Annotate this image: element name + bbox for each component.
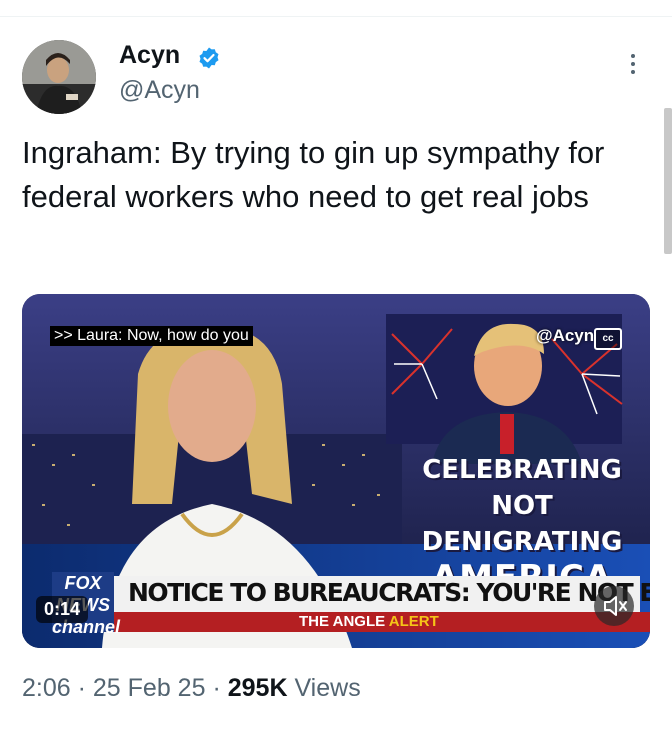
top-divider <box>0 16 672 17</box>
post-date[interactable]: 25 Feb 25 <box>93 674 206 702</box>
show-name: THE ANGLE ALERT <box>299 612 439 632</box>
show-tag: ALERT <box>388 613 439 630</box>
graphic-line-1: CELEBRATING <box>422 455 622 485</box>
muted-speaker-icon[interactable] <box>594 586 634 626</box>
video-timer: 0:14 <box>36 596 89 623</box>
views-count[interactable]: 295K <box>228 674 288 702</box>
video-watermark: @Acyn <box>536 326 595 345</box>
tweet-text: Ingraham: By trying to gin up sympathy f… <box>22 135 605 214</box>
author-handle[interactable]: @Acyn <box>119 76 200 105</box>
graphic-headline: CELEBRATING NOT DENIGRATING AMERICA <box>394 452 650 596</box>
live-caption: >> Laura: Now, how do you <box>50 326 253 346</box>
graphic-line-2: NOT DENIGRATING <box>421 491 623 557</box>
author-name[interactable]: Acyn <box>119 41 180 70</box>
show-title: THE ANGLE <box>299 613 386 630</box>
views-label: Views <box>294 674 361 702</box>
verified-badge-icon <box>199 47 219 69</box>
meta-separator: · <box>212 674 221 702</box>
meta-separator: · <box>77 674 86 702</box>
closed-captions-icon[interactable]: cc <box>594 328 622 350</box>
post-time[interactable]: 2:06 <box>22 674 71 702</box>
video-player[interactable]: >> Laura: Now, how do you @Acyn cc CELEB… <box>22 294 650 648</box>
chyron-text: NOTICE TO BUREAUCRATS: YOU'RE NOT ENTITL… <box>128 578 650 607</box>
more-options-icon[interactable] <box>626 54 640 84</box>
tweet-meta: 2:06 · 25 Feb 25 · 295K Views <box>22 674 361 703</box>
scrollbar[interactable] <box>664 108 672 254</box>
avatar[interactable] <box>22 40 96 114</box>
